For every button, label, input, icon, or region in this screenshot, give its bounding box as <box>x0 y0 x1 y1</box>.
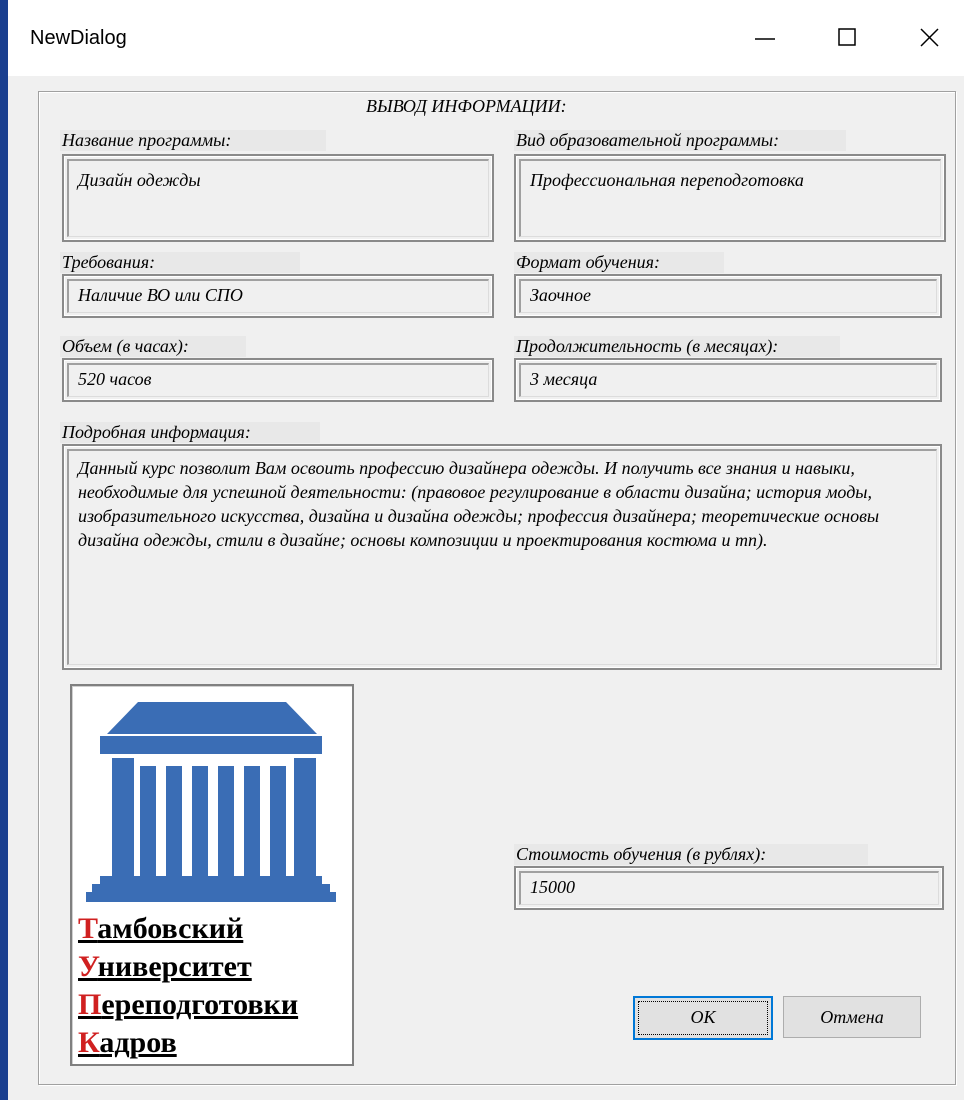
requirements-value: Наличие ВО или СПО <box>78 285 243 305</box>
format-field[interactable]: Заочное <box>514 274 942 318</box>
volume-field[interactable]: 520 часов <box>62 358 494 402</box>
program-type-value: Профессиональная переподготовка <box>530 170 804 190</box>
close-button[interactable] <box>906 18 954 58</box>
cost-value: 15000 <box>530 877 575 897</box>
maximize-button[interactable] <box>823 18 871 58</box>
close-icon <box>920 28 939 47</box>
program-type-label: Вид образовательной программы: <box>514 130 846 151</box>
cost-field[interactable]: 15000 <box>514 866 944 910</box>
dialog-window: NewDialog ВЫВОД ИНФОРМАЦИИ: Название про… <box>8 0 964 1100</box>
duration-field[interactable]: 3 месяца <box>514 358 942 402</box>
program-name-label: Название программы: <box>60 130 326 151</box>
details-field[interactable]: Данный курс позволит Вам освоить професс… <box>62 444 942 670</box>
details-label: Подробная информация: <box>60 422 320 443</box>
logo-line-3: Переподготовки <box>78 988 299 1021</box>
format-value: Заочное <box>530 285 591 305</box>
cancel-button[interactable]: Отмена <box>783 996 921 1038</box>
logo-panel: Тамбовский Университет Переподготовки Ка… <box>70 684 354 1066</box>
ok-button[interactable]: ОК <box>633 996 773 1040</box>
program-name-value: Дизайн одежды <box>78 170 201 190</box>
minimize-button[interactable] <box>741 18 789 58</box>
logo-line-4: Кадров <box>78 1026 177 1059</box>
maximize-icon <box>838 28 856 46</box>
groupbox-title: ВЫВОД ИНФОРМАЦИИ: <box>363 96 570 117</box>
requirements-label: Требования: <box>60 252 300 273</box>
logo-line-2: Университет <box>78 950 252 983</box>
minimize-icon <box>755 38 775 40</box>
cost-label: Стоимость обучения (в рублях): <box>514 844 868 865</box>
title-bar[interactable]: NewDialog <box>8 0 964 76</box>
volume-value: 520 часов <box>78 369 152 389</box>
requirements-field[interactable]: Наличие ВО или СПО <box>62 274 494 318</box>
duration-value: 3 месяца <box>530 369 598 389</box>
format-label: Формат обучения: <box>514 252 724 273</box>
program-type-field[interactable]: Профессиональная переподготовка <box>514 154 946 242</box>
volume-label: Объем (в часах): <box>60 336 246 357</box>
logo-line-1: Тамбовский <box>78 912 244 945</box>
window-title: NewDialog <box>30 27 127 49</box>
details-value: Данный курс позволит Вам освоить професс… <box>78 458 880 550</box>
program-name-field[interactable]: Дизайн одежды <box>62 154 494 242</box>
focus-rect <box>638 1001 768 1035</box>
duration-label: Продолжительность (в месяцах): <box>514 336 840 357</box>
university-building-icon <box>86 702 336 902</box>
